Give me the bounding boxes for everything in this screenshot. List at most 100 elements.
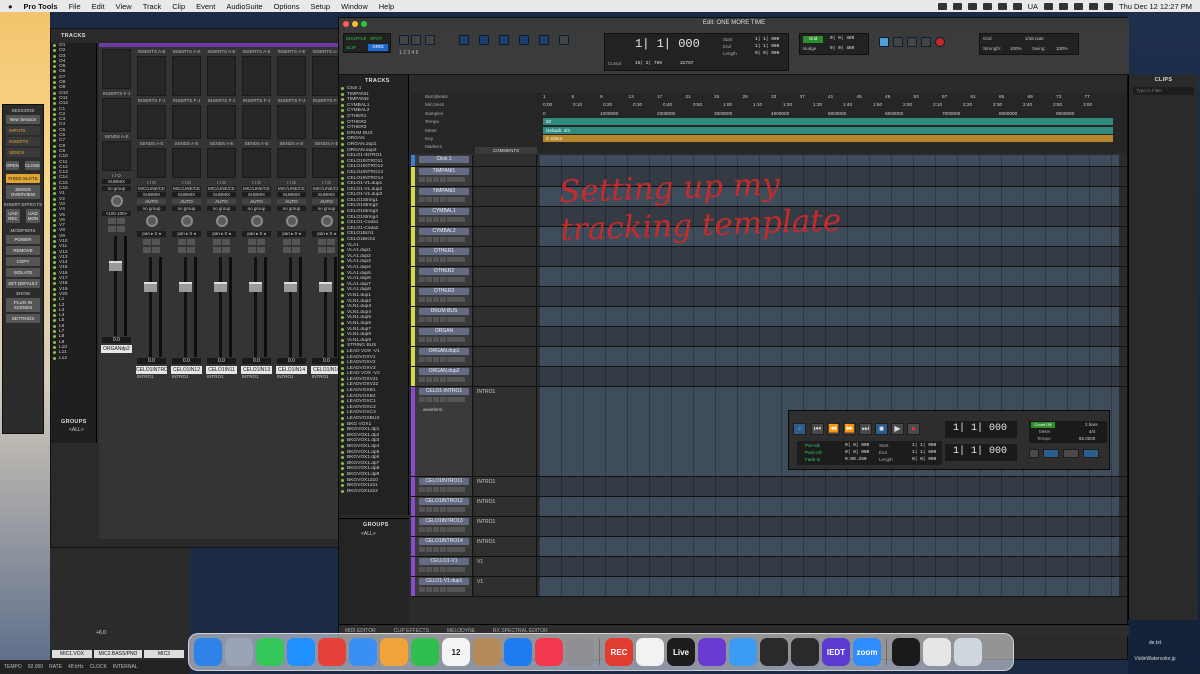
- send-slots[interactable]: [242, 148, 271, 178]
- preroll-value[interactable]: 0| 0| 000: [845, 443, 869, 448]
- view-selector[interactable]: [447, 567, 465, 572]
- isolate-button[interactable]: ISOLATE: [6, 268, 40, 277]
- track-header[interactable]: CELO1-INTRO1 waveform: [411, 387, 473, 476]
- solo-button[interactable]: [178, 247, 186, 253]
- dock-mail-icon[interactable]: [349, 638, 377, 666]
- input-selector[interactable]: MIC/LINE/CE: [207, 186, 236, 191]
- view-selector[interactable]: [447, 257, 465, 262]
- insert-slots-fj[interactable]: [137, 105, 166, 139]
- track-comment[interactable]: [475, 367, 537, 386]
- dock-notes-icon[interactable]: [473, 638, 501, 666]
- solo-button[interactable]: [433, 507, 439, 512]
- view-selector[interactable]: [447, 237, 465, 242]
- grid-mode-button[interactable]: GRID: [368, 44, 388, 51]
- insert-slots-fj[interactable]: [172, 105, 201, 139]
- track-header[interactable]: TIMPANI2: [411, 187, 473, 206]
- insert-slots-fj[interactable]: [242, 105, 271, 139]
- view-selector[interactable]: [447, 587, 465, 592]
- mute-button[interactable]: [440, 507, 446, 512]
- insert-slots[interactable]: [102, 49, 131, 89]
- trim-tool-icon[interactable]: [459, 35, 469, 45]
- ruler-label[interactable]: Key: [413, 135, 473, 143]
- pencil-tool-icon[interactable]: [559, 35, 569, 45]
- strip-comment[interactable]: INTRO1: [274, 374, 309, 379]
- menu-window[interactable]: Window: [341, 2, 368, 11]
- track-name[interactable]: TIMPANI1: [419, 168, 469, 175]
- dock-terminal-icon[interactable]: [892, 638, 920, 666]
- input-button[interactable]: [426, 507, 432, 512]
- track-name[interactable]: CELO1INTRO11: [419, 478, 469, 485]
- power-button[interactable]: POWER: [6, 235, 40, 244]
- uad-rec-button[interactable]: UAD REC: [6, 209, 20, 223]
- group-selector[interactable]: no group: [242, 206, 271, 211]
- strip-comment[interactable]: INTRO1: [239, 374, 274, 379]
- mute-button[interactable]: [440, 587, 446, 592]
- dock-live-icon[interactable]: Live: [667, 638, 695, 666]
- input-button[interactable]: [426, 297, 432, 302]
- record-button[interactable]: [419, 377, 425, 382]
- track-name[interactable]: TIMPANI2: [419, 188, 469, 195]
- track-playlist[interactable]: [539, 557, 1119, 576]
- track-comment[interactable]: [475, 287, 537, 306]
- input-monitor-button[interactable]: [257, 239, 265, 245]
- view-selector[interactable]: [447, 177, 465, 182]
- record-button[interactable]: [419, 357, 425, 362]
- input-button[interactable]: [426, 377, 432, 382]
- input-monitor-button[interactable]: [222, 239, 230, 245]
- menu-event[interactable]: Event: [196, 2, 215, 11]
- volume-value[interactable]: 0.0: [207, 358, 236, 364]
- menu-audiosuite[interactable]: AudioSuite: [226, 2, 262, 11]
- track-playlist[interactable]: [539, 327, 1119, 346]
- output-selector[interactable]: SUBMIX: [102, 179, 131, 184]
- view-selector[interactable]: [447, 487, 465, 492]
- view-selector[interactable]: [447, 357, 465, 362]
- record-enable-button[interactable]: [213, 239, 221, 245]
- rewind-icon[interactable]: ⏪: [827, 423, 840, 435]
- slip-mode-button[interactable]: SLIP: [346, 45, 356, 50]
- menu-options[interactable]: Options: [274, 2, 300, 11]
- preroll-label[interactable]: Pre-roll: [805, 443, 820, 448]
- strip-track-name[interactable]: CELO1IN12: [171, 366, 202, 374]
- shuffle-mode-button[interactable]: SHUFFLE: [346, 36, 367, 41]
- tempo-value[interactable]: 92.0000: [1079, 436, 1095, 441]
- record-button[interactable]: [419, 237, 425, 242]
- mute-button[interactable]: [440, 297, 446, 302]
- solo-button[interactable]: [433, 587, 439, 592]
- send-slots[interactable]: [207, 148, 236, 178]
- dock-music-icon[interactable]: [535, 638, 563, 666]
- wait-for-note-icon[interactable]: [1029, 449, 1039, 458]
- automation-mode[interactable]: AUTO: [172, 199, 201, 204]
- siri-icon[interactable]: [1104, 2, 1114, 10]
- status-icon[interactable]: [982, 2, 992, 10]
- dock-photos-icon[interactable]: [380, 638, 408, 666]
- track-comment[interactable]: [475, 267, 537, 286]
- insert-slots-fj[interactable]: [312, 105, 341, 139]
- mute-button[interactable]: [440, 487, 446, 492]
- record-button[interactable]: [419, 297, 425, 302]
- sends-overview-button[interactable]: SENDS OVERVIEW: [6, 185, 40, 199]
- track-name[interactable]: ORGAN: [419, 328, 469, 335]
- group-selector[interactable]: no group: [102, 186, 131, 191]
- fader-cap[interactable]: [248, 282, 262, 292]
- fader-cap[interactable]: [143, 282, 157, 292]
- grabber-tool-icon[interactable]: [519, 35, 529, 45]
- edit-track-list-item[interactable]: BKGVOX1d12: [339, 489, 408, 495]
- track-name[interactable]: Click 1: [419, 156, 469, 163]
- output-selector[interactable]: SUBMIX: [277, 192, 306, 197]
- record-button[interactable]: [419, 487, 425, 492]
- zoom-window-icon[interactable]: [361, 21, 367, 27]
- set-default-button[interactable]: SET DEFAULT: [6, 279, 40, 288]
- fast-forward-icon[interactable]: ⏩: [843, 423, 856, 435]
- volume-value[interactable]: 0.0: [137, 358, 166, 364]
- mute-button[interactable]: [327, 247, 335, 253]
- pan-knob[interactable]: [110, 195, 123, 207]
- nudge-value[interactable]: 0| 0| 480: [830, 46, 854, 51]
- input-button[interactable]: [426, 487, 432, 492]
- strip-comment[interactable]: INTRO1: [134, 374, 169, 379]
- record-button[interactable]: [419, 277, 425, 282]
- fadein-value[interactable]: 0:00.250: [845, 457, 867, 462]
- solo-button[interactable]: [213, 247, 221, 253]
- input-selector[interactable]: MIC/LINE/CE: [137, 186, 166, 191]
- record-button[interactable]: [419, 527, 425, 532]
- dock-appstore-icon[interactable]: [504, 638, 532, 666]
